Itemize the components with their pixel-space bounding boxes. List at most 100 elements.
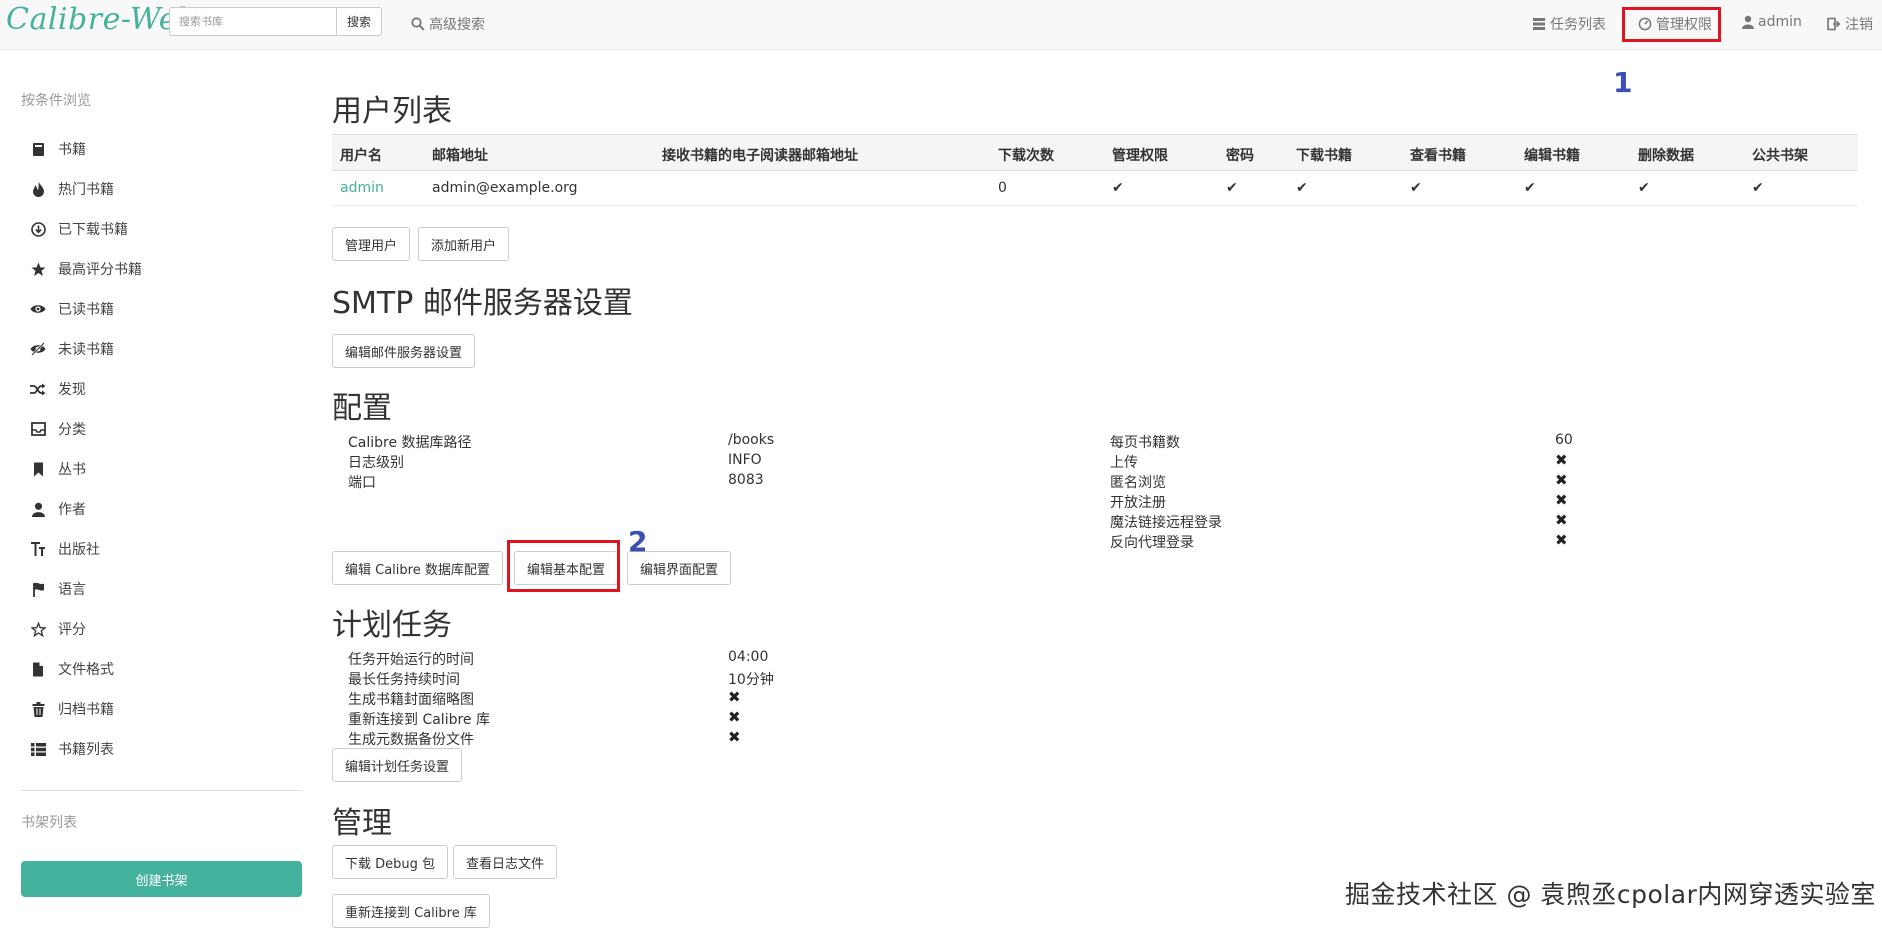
schedule-value: ✖: [728, 708, 741, 726]
config-label: 开放注册: [1110, 495, 1166, 511]
sidebar-item-label: 丛书: [58, 462, 86, 478]
tasks-label: 任务列表: [1550, 17, 1606, 33]
trash-icon: [30, 701, 46, 717]
sidebar-item-label: 已下载书籍: [58, 222, 128, 238]
sidebar-item-hot[interactable]: 热门书籍: [30, 179, 114, 199]
user-icon: [1742, 15, 1754, 29]
user-icon: [30, 501, 46, 517]
col-download[interactable]: 下载书籍: [1296, 145, 1352, 165]
edit-smtp-button[interactable]: 编辑邮件服务器设置: [332, 334, 476, 368]
schedule-label: 任务开始运行的时间: [348, 652, 474, 668]
watermark-text: 掘金技术社区 @ 袁煦丞cpolar内网穿透实验室: [1345, 880, 1876, 909]
sidebar-item-label: 归档书籍: [58, 702, 114, 718]
table-row-divider: [332, 205, 1858, 206]
sidebar-item-label: 书籍列表: [58, 742, 114, 758]
schedule-value: ✖: [728, 728, 741, 746]
sidebar-item-unread[interactable]: 未读书籍: [30, 339, 114, 359]
sidebar-item-format[interactable]: 文件格式: [30, 659, 114, 679]
edit-db-config-button[interactable]: 编辑 Calibre 数据库配置: [332, 551, 503, 585]
config-value: ✖: [1555, 531, 1568, 549]
col-edit[interactable]: 编辑书籍: [1524, 145, 1580, 165]
col-downloads[interactable]: 下载次数: [998, 145, 1054, 165]
fire-icon: [30, 181, 46, 197]
reconnect-calibre-button[interactable]: 重新连接到 Calibre 库: [332, 894, 490, 928]
sidebar-item-books[interactable]: 书籍: [30, 139, 86, 159]
col-shelf[interactable]: 公共书架: [1752, 145, 1808, 165]
logout-link[interactable]: 注销: [1827, 14, 1873, 34]
sidebar-item-label: 热门书籍: [58, 182, 114, 198]
sidebar-item-read[interactable]: 已读书籍: [30, 299, 114, 319]
sidebar-item-top-rated[interactable]: 最高评分书籍: [30, 259, 142, 279]
advanced-search-label: 高级搜索: [429, 17, 485, 33]
config-value: INFO: [728, 452, 762, 468]
annotation-1: 1: [1613, 66, 1633, 99]
sidebar-item-discover[interactable]: 发现: [30, 379, 86, 399]
col-password[interactable]: 密码: [1226, 145, 1254, 165]
col-email[interactable]: 邮箱地址: [432, 145, 488, 165]
sidebar-item-archived[interactable]: 归档书籍: [30, 699, 114, 719]
search-button[interactable]: 搜索: [336, 7, 382, 36]
sidebar-item-booklist[interactable]: 书籍列表: [30, 739, 114, 759]
search-icon: [411, 17, 425, 31]
sidebar-item-language[interactable]: 语言: [30, 579, 86, 599]
user-perm-download: ✔: [1296, 180, 1308, 196]
sidebar-item-category[interactable]: 分类: [30, 419, 86, 439]
sidebar-item-label: 书籍: [58, 142, 86, 158]
sidebar-item-label: 最高评分书籍: [58, 262, 142, 278]
user-perm-admin: ✔: [1112, 180, 1124, 196]
sidebar-item-downloaded[interactable]: 已下载书籍: [30, 219, 128, 239]
admin-section-title: 管理: [332, 806, 392, 841]
search-input[interactable]: [169, 7, 337, 36]
config-value: ✖: [1555, 471, 1568, 489]
manage-users-button[interactable]: 管理用户: [332, 227, 411, 261]
logout-label: 注销: [1845, 17, 1873, 33]
highlight-box-1: [1622, 7, 1721, 42]
sidebar-item-label: 未读书籍: [58, 342, 114, 358]
user-perm-delete: ✔: [1638, 180, 1650, 196]
star-icon: [30, 261, 46, 277]
schedule-value: 04:00: [728, 649, 769, 665]
advanced-search-link[interactable]: 高级搜索: [411, 14, 485, 34]
tasks-link[interactable]: 任务列表: [1532, 14, 1606, 34]
user-label: admin: [1758, 14, 1802, 30]
download-debug-button[interactable]: 下载 Debug 包: [332, 845, 449, 879]
sidebar-item-label: 出版社: [58, 542, 100, 558]
col-view[interactable]: 查看书籍: [1410, 145, 1466, 165]
sidebar-item-author[interactable]: 作者: [30, 499, 86, 519]
user-perm-password: ✔: [1226, 180, 1238, 196]
user-link[interactable]: admin: [1742, 14, 1802, 30]
sidebar-item-series[interactable]: 丛书: [30, 459, 86, 479]
bookmark-icon: [30, 461, 46, 477]
sidebar-item-rating[interactable]: 评分: [30, 619, 86, 639]
text-size-icon: [30, 541, 46, 557]
schedule-label: 重新连接到 Calibre 库: [348, 712, 490, 728]
eye-off-icon: [30, 341, 46, 357]
config-value: ✖: [1555, 511, 1568, 529]
config-title: 配置: [332, 391, 392, 426]
col-delete[interactable]: 删除数据: [1638, 145, 1694, 165]
edit-schedule-button[interactable]: 编辑计划任务设置: [332, 748, 463, 782]
download-circle-icon: [30, 221, 46, 237]
schedule-value: 10分钟: [728, 672, 774, 688]
schedule-label: 最长任务持续时间: [348, 672, 460, 688]
create-shelf-button[interactable]: 创建书架: [21, 861, 302, 897]
star-outline-icon: [30, 621, 46, 637]
logout-icon: [1827, 17, 1841, 31]
col-admin[interactable]: 管理权限: [1112, 145, 1168, 165]
top-navbar: Calibre-Web 搜索 高级搜索 任务列表 管理权限 admin 注销: [0, 0, 1882, 50]
col-kindle[interactable]: 接收书籍的电子阅读器邮箱地址: [662, 145, 858, 165]
flag-icon: [30, 581, 46, 597]
smtp-title: SMTP 邮件服务器设置: [332, 286, 633, 321]
config-label: 日志级别: [348, 455, 404, 471]
config-label: 端口: [348, 475, 376, 491]
config-value: ✖: [1555, 491, 1568, 509]
users-table-header: 用户名 邮箱地址 接收书籍的电子阅读器邮箱地址 下载次数 管理权限 密码 下载书…: [332, 134, 1858, 171]
add-user-button[interactable]: 添加新用户: [418, 227, 510, 261]
sidebar-item-publisher[interactable]: 出版社: [30, 539, 100, 559]
user-perm-edit: ✔: [1524, 180, 1536, 196]
view-log-button[interactable]: 查看日志文件: [453, 845, 558, 879]
user-downloads: 0: [998, 180, 1007, 196]
schedule-title: 计划任务: [332, 608, 452, 643]
col-username[interactable]: 用户名: [340, 145, 382, 165]
user-admin-link[interactable]: admin: [340, 180, 384, 196]
